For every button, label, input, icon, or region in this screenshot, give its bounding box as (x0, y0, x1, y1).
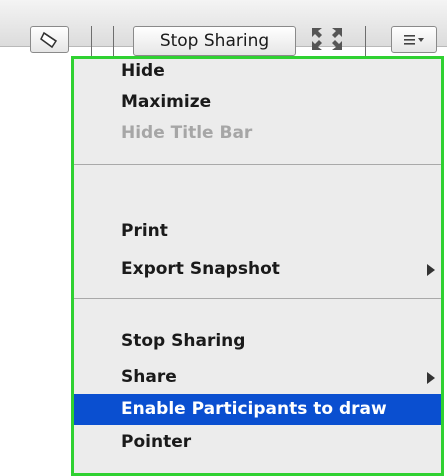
toolbar-separator (91, 26, 92, 58)
menu-item-hide-title-bar: Hide Title Bar (121, 123, 253, 143)
toolbar-separator (365, 26, 366, 58)
pointer-tool-button[interactable] (30, 26, 69, 53)
menu-item-label: Export Snapshot (121, 259, 280, 279)
stop-sharing-button[interactable]: Stop Sharing (133, 26, 296, 56)
menu-item-pointer[interactable]: Pointer (74, 427, 441, 458)
menu-lines-icon (404, 34, 424, 45)
menu-item-label: Share (121, 367, 177, 387)
menu-item-maximize[interactable]: Maximize (74, 87, 441, 118)
stop-sharing-label: Stop Sharing (159, 31, 270, 51)
submenu-arrow-icon (427, 264, 435, 276)
menu-divider (74, 298, 441, 299)
eraser-icon (39, 31, 57, 48)
menu-item-export-snapshot[interactable]: Export Snapshot (74, 254, 441, 285)
menu-item-hide[interactable]: Hide (74, 56, 441, 87)
toolbar-separator (113, 26, 114, 58)
menu-item-stop-sharing[interactable]: Stop Sharing (74, 326, 441, 357)
pod-options-menu: Hide Maximize Hide Title Bar Print Expor… (71, 56, 444, 476)
fullscreen-icon[interactable] (310, 26, 344, 52)
menu-item-print[interactable]: Print (74, 216, 441, 247)
submenu-arrow-icon (427, 372, 435, 384)
menu-divider (74, 164, 441, 165)
pod-options-menu-button[interactable] (391, 26, 437, 53)
menu-item-share[interactable]: Share (74, 362, 441, 393)
menu-item-enable-participants-to-draw[interactable]: Enable Participants to draw (74, 394, 441, 425)
